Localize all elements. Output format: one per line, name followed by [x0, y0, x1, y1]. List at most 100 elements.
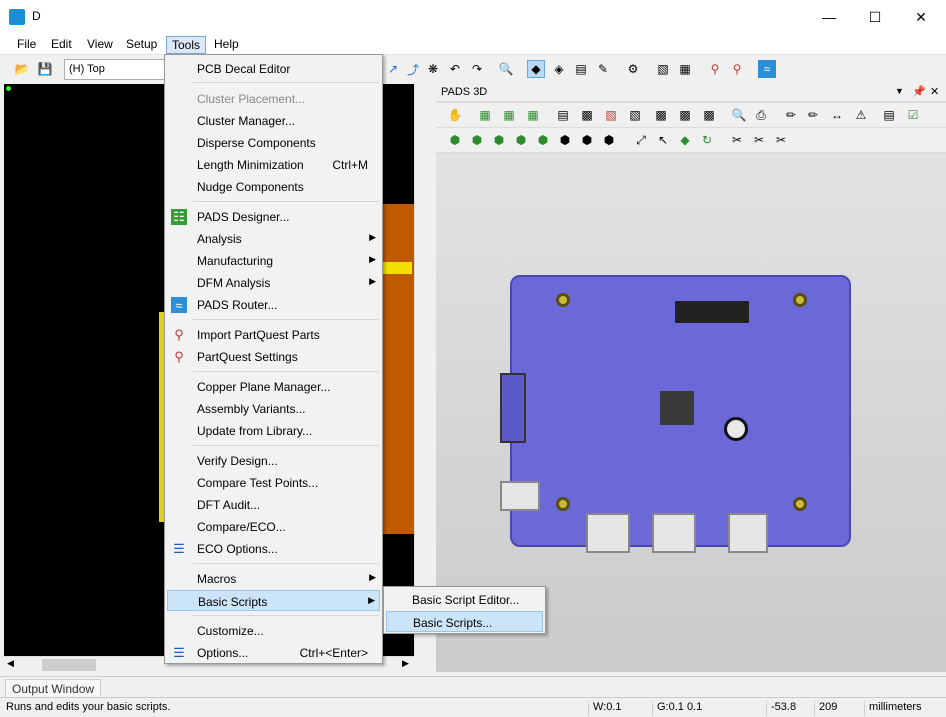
dimension-icon[interactable]: ↔ — [828, 106, 846, 124]
menu-item-verify-design[interactable]: Verify Design... — [167, 450, 380, 471]
menu-item-nudge-components[interactable]: Nudge Components — [167, 176, 380, 197]
menu-file[interactable]: File — [12, 36, 41, 54]
checklist-icon[interactable]: ☑ — [904, 106, 922, 124]
chip-move-icon[interactable]: ▦ — [500, 106, 518, 124]
view-right-icon[interactable]: ⬢ — [578, 131, 596, 149]
partquest-settings-icon[interactable]: ⚲ — [728, 60, 746, 78]
menu-edit[interactable]: Edit — [46, 36, 77, 54]
menu-item-macros[interactable]: Macros ▶ — [167, 568, 380, 589]
pin-header — [675, 301, 749, 323]
parts-icon[interactable]: ▧ — [626, 106, 644, 124]
measure-icon[interactable]: ✏ — [782, 106, 800, 124]
undo-icon[interactable]: ↶ — [446, 60, 464, 78]
menu-item-length-minimization[interactable]: Length Minimization Ctrl+M — [167, 154, 380, 175]
chip-rotate-icon[interactable]: ▦ — [524, 106, 542, 124]
print-icon[interactable]: ⎙ — [752, 106, 770, 124]
export-icon[interactable]: ▤ — [880, 106, 898, 124]
menu-help[interactable]: Help — [209, 36, 244, 54]
highlight-icon[interactable]: ◆ — [676, 131, 694, 149]
report-icon[interactable]: ▧ — [654, 60, 672, 78]
menu-item-assembly-variants[interactable]: Assembly Variants... — [167, 398, 380, 419]
menu-item-basic-script-editor[interactable]: Basic Script Editor... — [386, 589, 543, 610]
view-custom-icon[interactable]: ⬢ — [600, 131, 618, 149]
scroll-thumb[interactable] — [42, 659, 96, 671]
route-icon[interactable]: ↗ — [384, 60, 402, 78]
view-front-icon[interactable]: ⬢ — [512, 131, 530, 149]
3d-pcb-board[interactable] — [500, 275, 851, 553]
menu-item-basic-scripts-run[interactable]: Basic Scripts... — [386, 611, 543, 632]
panel-close-icon[interactable]: ✕ — [930, 85, 939, 98]
menu-item-pads-designer[interactable]: ☷ PADS Designer... — [167, 206, 380, 227]
menu-item-compare-eco[interactable]: Compare/ECO... — [167, 516, 380, 537]
menu-item-import-partquest-parts[interactable]: ⚲ Import PartQuest Parts — [167, 324, 380, 345]
panel-menu-icon[interactable]: ▼ — [895, 86, 904, 96]
chip-icon[interactable]: ▦ — [476, 106, 494, 124]
menu-view[interactable]: View — [82, 36, 118, 54]
clip-icon[interactable]: ✂ — [728, 131, 746, 149]
fit-icon[interactable]: ⤢ — [632, 131, 650, 149]
select-icon[interactable]: ↖ — [654, 131, 672, 149]
sketch-route-icon[interactable]: ⤴ — [404, 60, 422, 78]
menu-item-pads-router[interactable]: ≈ PADS Router... — [167, 294, 380, 315]
refresh-icon[interactable]: ↻ — [698, 131, 716, 149]
properties-icon[interactable]: ⚙ — [624, 60, 642, 78]
menu-item-basic-scripts[interactable]: Basic Scripts ▶ — [167, 590, 380, 611]
clip-y-icon[interactable]: ✂ — [772, 131, 790, 149]
paint-icon[interactable]: ✎ — [594, 60, 612, 78]
menu-item-partquest-settings[interactable]: ⚲ PartQuest Settings — [167, 346, 380, 367]
view-3d-icon[interactable]: ◈ — [550, 60, 568, 78]
view-back-icon[interactable]: ⬢ — [534, 131, 552, 149]
layer-icon[interactable]: ▤ — [572, 60, 590, 78]
layer-select[interactable]: (H) Top — [64, 59, 168, 80]
pin-connector-icon[interactable]: ▩ — [676, 106, 694, 124]
stack-icon[interactable]: ▤ — [554, 106, 572, 124]
scroll-right-icon[interactable]: ▶ — [402, 658, 409, 669]
inspect-icon[interactable]: 🔍 — [730, 106, 748, 124]
router-icon[interactable]: ≈ — [758, 60, 776, 78]
library-icon[interactable]: ▧ — [602, 106, 620, 124]
menu-setup[interactable]: Setup — [121, 36, 162, 54]
menu-tools[interactable]: Tools — [166, 36, 207, 54]
menu-item-analysis[interactable]: Analysis ▶ — [167, 228, 380, 249]
measure-clear-icon[interactable]: ✏ — [804, 106, 822, 124]
open-icon[interactable]: 📂 — [13, 60, 31, 78]
header-icon[interactable]: ▩ — [700, 106, 718, 124]
3d-view-icon[interactable]: ◆ — [527, 60, 545, 78]
spread-icon[interactable]: ❋ — [424, 60, 442, 78]
menu-item-options[interactable]: ☰ Options... Ctrl+<Enter> — [167, 642, 380, 663]
menu-item-copper-plane-manager[interactable]: Copper Plane Manager... — [167, 376, 380, 397]
minimize-button[interactable]: — — [806, 0, 852, 34]
menu-item-eco-options[interactable]: ☰ ECO Options... — [167, 538, 380, 559]
view-left-icon[interactable]: ⬢ — [556, 131, 574, 149]
partquest-icon[interactable]: ⚲ — [706, 60, 724, 78]
warning-icon[interactable]: ⚠ — [852, 106, 870, 124]
connector-icon[interactable]: ▩ — [652, 106, 670, 124]
pads-3d-toolbar-2: ⬢ ⬢ ⬢ ⬢ ⬢ ⬢ ⬢ ⬢ ⤢ ↖ ◆ ↻ ✂ ✂ ✂ — [436, 128, 946, 152]
scroll-left-icon[interactable]: ◀ — [7, 658, 14, 669]
close-button[interactable]: ✕ — [898, 0, 944, 34]
vertical-scrollbar[interactable] — [414, 84, 430, 656]
menu-item-pcb-decal-editor[interactable]: PCB Decal Editor — [167, 58, 380, 79]
output-window-tab[interactable]: Output Window — [5, 679, 102, 697]
maximize-button[interactable]: ☐ — [852, 0, 898, 34]
menu-item-update-from-library[interactable]: Update from Library... — [167, 420, 380, 441]
view-iso-icon[interactable]: ⬢ — [446, 131, 464, 149]
menu-item-manufacturing[interactable]: Manufacturing ▶ — [167, 250, 380, 271]
menu-item-disperse-components[interactable]: Disperse Components — [167, 132, 380, 153]
menu-item-dfm-analysis[interactable]: DFM Analysis ▶ — [167, 272, 380, 293]
menu-item-customize[interactable]: Customize... — [167, 620, 380, 641]
zoom-icon[interactable]: 🔍 — [497, 60, 515, 78]
menu-item-compare-test-points[interactable]: Compare Test Points... — [167, 472, 380, 493]
view-bottom-icon[interactable]: ⬢ — [490, 131, 508, 149]
menu-item-dft-audit[interactable]: DFT Audit... — [167, 494, 380, 515]
redo-icon[interactable]: ↷ — [468, 60, 486, 78]
pin-icon[interactable]: 📌 — [912, 85, 926, 98]
clip-x-icon[interactable]: ✂ — [750, 131, 768, 149]
view-top-icon[interactable]: ⬢ — [468, 131, 486, 149]
table-icon[interactable]: ▦ — [676, 60, 694, 78]
menu-item-cluster-manager[interactable]: Cluster Manager... — [167, 110, 380, 131]
hand-icon[interactable]: ✋ — [446, 106, 464, 124]
submenu-arrow-icon: ▶ — [369, 276, 376, 286]
save-icon[interactable]: 💾 — [36, 60, 54, 78]
component-icon[interactable]: ▩ — [578, 106, 596, 124]
